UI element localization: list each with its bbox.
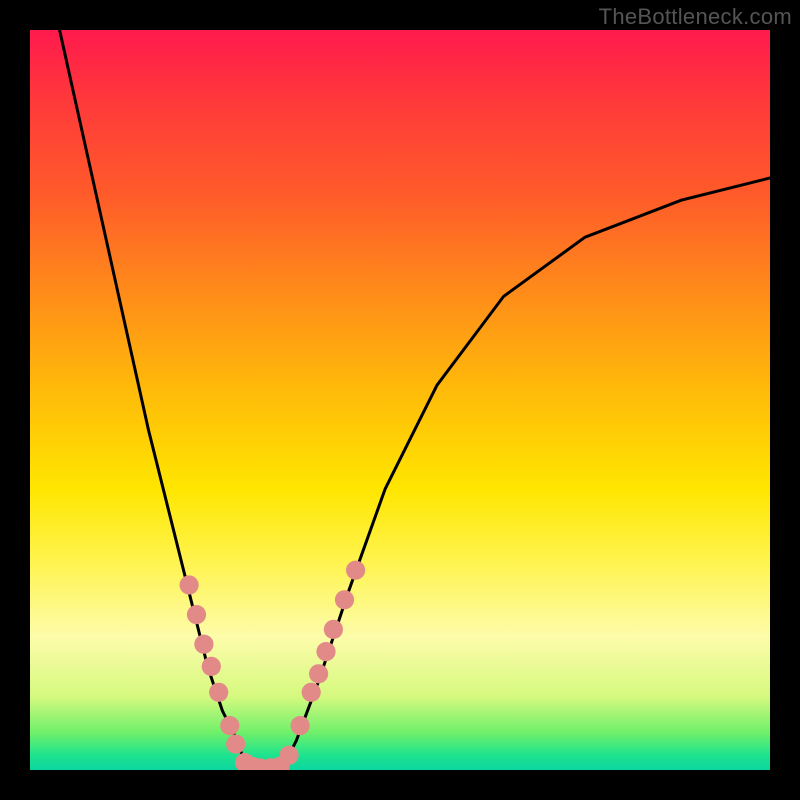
marker-point	[324, 620, 343, 639]
chart-svg	[30, 30, 770, 770]
marker-point	[194, 635, 213, 654]
marker-point	[187, 605, 206, 624]
marker-point	[291, 716, 310, 735]
marker-point	[316, 642, 335, 661]
marker-group	[180, 561, 366, 770]
left-curve	[60, 30, 252, 770]
marker-point	[302, 683, 321, 702]
marker-point	[220, 716, 239, 735]
right-curve	[282, 178, 770, 770]
marker-point	[279, 746, 298, 765]
marker-point	[335, 590, 354, 609]
marker-point	[309, 664, 328, 683]
plot-area	[30, 30, 770, 770]
marker-point	[180, 575, 199, 594]
watermark-label: TheBottleneck.com	[599, 4, 792, 30]
marker-point	[209, 683, 228, 702]
marker-point	[226, 735, 245, 754]
marker-point	[346, 561, 365, 580]
chart-frame: TheBottleneck.com	[0, 0, 800, 800]
marker-point	[202, 657, 221, 676]
